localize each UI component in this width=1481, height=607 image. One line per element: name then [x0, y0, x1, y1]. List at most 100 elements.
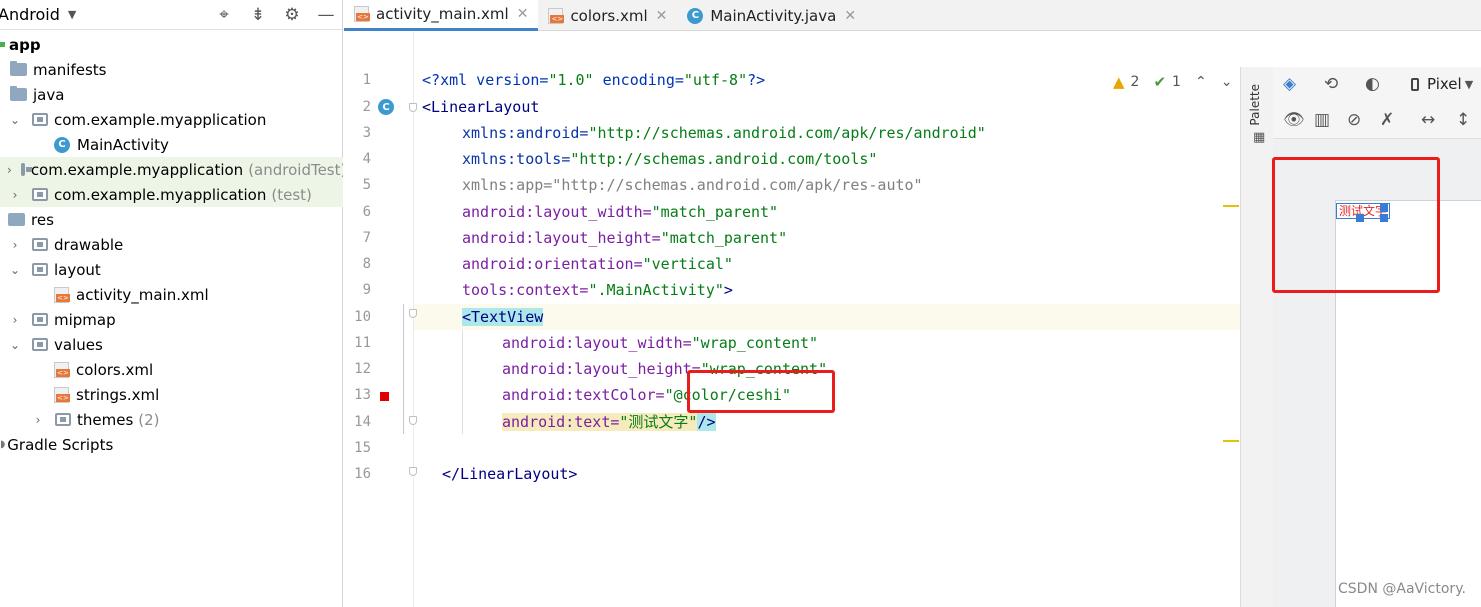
- tree-item-layout[interactable]: ⌄ layout: [0, 257, 343, 282]
- chevron-right-icon[interactable]: ›: [30, 413, 46, 427]
- code-line-4: xmlns:tools="http://schemas.android.com/…: [462, 146, 877, 172]
- minimize-icon[interactable]: —: [316, 4, 336, 26]
- layers-icon[interactable]: ◈: [1283, 74, 1296, 94]
- tree-item-package-test[interactable]: › com.example.myapplication (test): [0, 182, 343, 207]
- orientation-icon[interactable]: ⟲: [1324, 74, 1338, 94]
- tab-colors-xml[interactable]: colors.xml ✕: [538, 0, 677, 31]
- color-preview-swatch[interactable]: [380, 392, 389, 401]
- tree-item-activity-main-xml[interactable]: activity_main.xml: [0, 282, 343, 307]
- tree-item-label: com.example.myapplication: [30, 160, 244, 179]
- chevron-down-icon[interactable]: ⌄: [7, 263, 23, 277]
- collapse-all-icon[interactable]: ⇟: [248, 4, 268, 26]
- scrollbar-warning-marker[interactable]: [1223, 440, 1239, 442]
- tab-label: colors.xml: [570, 6, 648, 25]
- code-token: "测试文字": [619, 413, 698, 431]
- inspection-widget[interactable]: ▲ 2 ✔ 1 ⌃ ⌄: [1113, 73, 1232, 91]
- tree-item-app[interactable]: app: [0, 32, 343, 57]
- tree-item-label: strings.xml: [76, 385, 160, 404]
- code-token: android:orientation=: [462, 255, 643, 273]
- fold-marker-icon[interactable]: [409, 467, 417, 476]
- tree-item-themes[interactable]: › themes (2): [0, 407, 343, 432]
- tree-item-suffix: (test): [271, 185, 312, 204]
- tree-item-package-androidtest[interactable]: › com.example.myapplication (androidTest…: [0, 157, 343, 182]
- chevron-down-icon[interactable]: ⌄: [7, 338, 23, 352]
- code-token: android:layout_width=: [462, 203, 652, 221]
- line-number: 14: [354, 414, 371, 430]
- phone-icon: [1411, 77, 1419, 91]
- close-icon[interactable]: ✕: [517, 6, 529, 22]
- tree-item-suffix: (2): [138, 410, 160, 429]
- code-token: ?>: [747, 71, 766, 89]
- tree-item-manifests[interactable]: manifests: [0, 57, 343, 82]
- close-icon[interactable]: ✕: [656, 8, 668, 24]
- chevron-right-icon[interactable]: ›: [7, 188, 23, 202]
- fold-marker-icon[interactable]: [409, 103, 417, 112]
- code-line-9: tools:context=".MainActivity">: [462, 277, 733, 303]
- line-number: 9: [362, 282, 371, 298]
- horizontal-resize-icon[interactable]: ↔: [1421, 110, 1435, 130]
- code-token: ".MainActivity": [588, 281, 724, 299]
- project-view-selector[interactable]: Android ▼: [0, 5, 76, 24]
- code-token: "match_parent": [651, 203, 779, 221]
- line-number: 7: [362, 230, 371, 246]
- chevron-right-icon[interactable]: ›: [7, 238, 23, 252]
- chevron-down-icon[interactable]: ⌄: [7, 113, 23, 127]
- tree-item-mipmap[interactable]: › mipmap: [0, 307, 343, 332]
- code-line-16: </LinearLayout>: [442, 461, 577, 487]
- eye-icon[interactable]: 👁: [1283, 110, 1305, 130]
- tree-item-mainactivity[interactable]: C MainActivity: [0, 132, 343, 157]
- magnet-icon[interactable]: ⊘: [1347, 110, 1361, 130]
- tree-item-colors-xml[interactable]: colors.xml: [0, 357, 343, 382]
- class-reference-icon[interactable]: C: [378, 99, 394, 115]
- tree-item-label: manifests: [33, 60, 107, 79]
- tree-item-gradle-scripts[interactable]: ◗ Gradle Scripts: [0, 432, 343, 457]
- tree-item-values[interactable]: ⌄ values: [0, 332, 343, 357]
- tree-item-label: drawable: [54, 235, 124, 254]
- code-token: <LinearLayout: [422, 98, 540, 116]
- chevron-right-icon[interactable]: ›: [7, 163, 12, 177]
- code-token: xmlns:android=: [462, 124, 589, 142]
- palette-tab[interactable]: Palette: [1248, 84, 1262, 126]
- warning-count: 2: [1130, 74, 1140, 90]
- chevron-down-icon[interactable]: ⌄: [1221, 74, 1233, 90]
- gradle-icon: ◗: [0, 439, 6, 450]
- line-number: 13: [354, 387, 371, 403]
- clear-constraints-icon[interactable]: ✗: [1380, 110, 1394, 130]
- tree-item-java[interactable]: java: [0, 82, 343, 107]
- line-number: 1: [362, 72, 371, 88]
- gear-icon[interactable]: ⚙: [282, 4, 302, 26]
- tree-item-package-main[interactable]: ⌄ com.example.myapplication: [0, 107, 343, 132]
- chevron-up-icon[interactable]: ⌃: [1195, 74, 1207, 90]
- xml-file-icon: [54, 386, 70, 403]
- code-token: encoding=: [593, 71, 684, 89]
- fold-marker-icon[interactable]: [409, 309, 417, 318]
- device-selector[interactable]: Pixel ▼: [1411, 75, 1473, 93]
- locate-icon[interactable]: ⌖: [214, 4, 234, 26]
- night-mode-icon[interactable]: ◐: [1365, 74, 1380, 94]
- vertical-resize-icon[interactable]: ↕: [1456, 110, 1470, 130]
- code-token: </LinearLayout>: [442, 465, 578, 483]
- code-token: />: [697, 413, 716, 431]
- tree-item-res[interactable]: res: [0, 207, 343, 232]
- palette-strip[interactable]: [1240, 67, 1273, 607]
- line-number: 16: [354, 466, 371, 482]
- component-tree-icon[interactable]: ▦: [1253, 130, 1265, 145]
- code-token: tools:context=: [462, 281, 589, 299]
- close-icon[interactable]: ✕: [844, 8, 856, 24]
- tree-item-label: activity_main.xml: [76, 285, 209, 304]
- tab-mainactivity-java[interactable]: C MainActivity.java ✕: [677, 0, 866, 31]
- tab-activity-main-xml[interactable]: activity_main.xml ✕: [344, 0, 539, 31]
- chevron-right-icon[interactable]: ›: [7, 313, 23, 327]
- xml-file-icon: [54, 361, 70, 378]
- package-icon: [32, 113, 48, 126]
- scrollbar-warning-marker[interactable]: [1223, 205, 1239, 207]
- tree-item-label: layout: [54, 260, 101, 279]
- tab-label: activity_main.xml: [376, 5, 509, 23]
- blueprint-icon[interactable]: ▥: [1314, 110, 1330, 130]
- code-line-6: android:layout_width="match_parent": [462, 199, 778, 225]
- tree-item-strings-xml[interactable]: strings.xml: [0, 382, 343, 407]
- module-icon: [0, 42, 5, 47]
- tree-item-drawable[interactable]: › drawable: [0, 232, 343, 257]
- line-number: 12: [354, 361, 371, 377]
- fold-marker-icon[interactable]: [409, 416, 417, 425]
